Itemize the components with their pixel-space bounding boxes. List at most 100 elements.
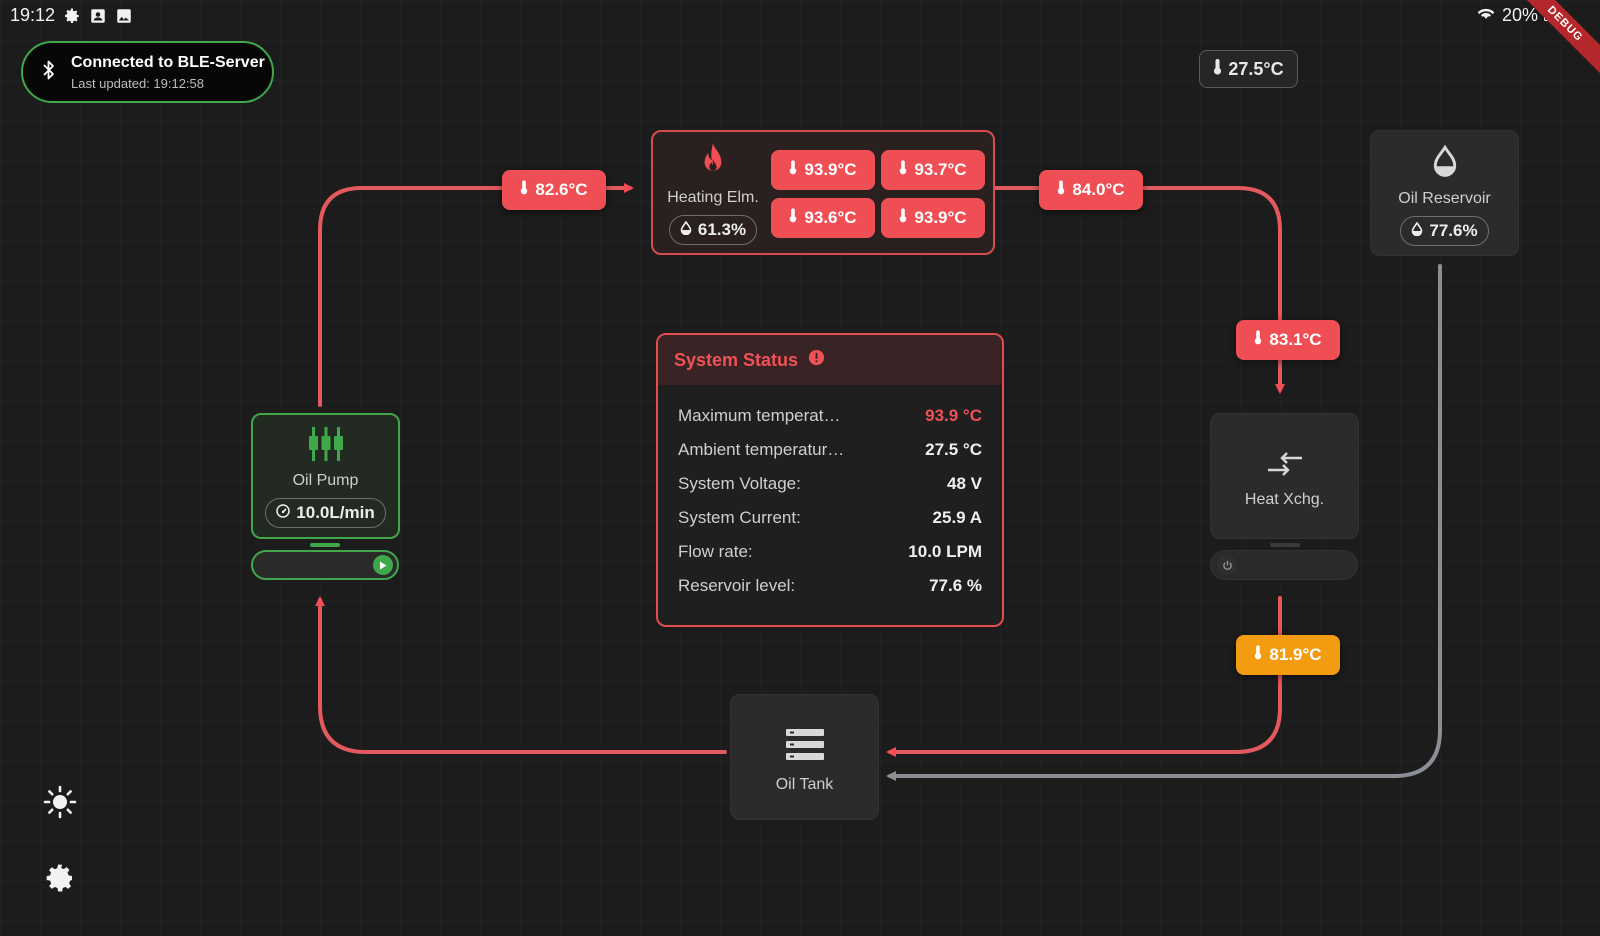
settings-button[interactable] <box>42 862 78 898</box>
gauge-icon <box>276 503 291 523</box>
status-key: Flow rate: <box>678 542 753 561</box>
gear-icon <box>44 862 76 899</box>
status-row: System Voltage: 48 V <box>678 467 982 501</box>
contact-notification-icon <box>89 7 107 25</box>
thermometer-icon <box>1254 330 1262 350</box>
oil-tank-label: Oil Tank <box>775 776 834 793</box>
ambient-temperature-chip: 27.5°C <box>1199 50 1298 88</box>
pipe-temp-value: 82.6°C <box>535 180 588 199</box>
thermometer-icon <box>1254 645 1262 665</box>
heat-exchanger-card[interactable]: Heat Xchg. <box>1210 413 1359 539</box>
pipe-temp-xchg-in: 83.1°C <box>1236 320 1340 360</box>
pipe-heater-to-xchg <box>993 186 1285 394</box>
heating-element-summary: Heating Elm. 61.3% <box>653 132 773 253</box>
status-key: Maximum temperat… <box>678 406 841 425</box>
reservoir-level-value: 77.6% <box>1429 221 1478 240</box>
thermometer-icon <box>789 208 797 228</box>
alert-icon <box>808 349 825 371</box>
status-row: Ambient temperatur… 27.5 °C <box>678 433 982 467</box>
pipe-temp-pump-to-heater: 82.6°C <box>502 170 606 210</box>
image-notification-icon <box>115 7 133 25</box>
ambient-temperature-value: 27.5°C <box>1228 58 1284 79</box>
power-icon <box>1217 555 1237 575</box>
last-updated: Last updated: 19:12:58 <box>71 75 205 91</box>
status-key: System Current: <box>678 508 801 527</box>
connection-text: Connected to BLE-Server Last updated: 19… <box>71 54 265 91</box>
status-key: Reservoir level: <box>678 576 796 595</box>
pump-icon <box>308 427 344 466</box>
thermometer-icon <box>899 208 907 228</box>
android-status-bar: 19:12 <box>10 5 133 26</box>
thermometer-icon <box>1213 58 1222 80</box>
heater-sensor-3: 93.6°C <box>771 198 875 238</box>
thermometer-icon <box>1057 180 1065 200</box>
sensor-value: 93.6°C <box>804 208 857 227</box>
status-value: 25.9 A <box>932 508 982 527</box>
exchange-icon <box>1266 450 1304 483</box>
droplet-icon <box>1430 144 1460 184</box>
heater-sensor-2: 93.7°C <box>881 150 985 190</box>
pipe-temp-value: 84.0°C <box>1072 180 1125 199</box>
heater-sensor-4: 93.9°C <box>881 198 985 238</box>
connection-status-pill[interactable]: Connected to BLE-Server Last updated: 19… <box>21 41 274 103</box>
heat-exchanger-toggle[interactable] <box>1210 550 1358 580</box>
status-row: Flow rate: 10.0 LPM <box>678 535 982 569</box>
heater-power-pill: 61.3% <box>668 215 758 245</box>
heat-exchanger-label: Heat Xchg. <box>1244 491 1325 508</box>
status-value: 27.5 °C <box>925 440 982 459</box>
oil-reservoir-label: Oil Reservoir <box>1398 190 1491 207</box>
oil-reservoir-card[interactable]: Oil Reservoir 77.6% <box>1370 130 1519 256</box>
status-row: System Current: 25.9 A <box>678 501 982 535</box>
thermometer-icon <box>899 160 907 180</box>
droplet-icon <box>680 220 692 240</box>
wifi-icon <box>1476 5 1496 26</box>
oil-pump-label: Oil Pump <box>292 472 359 489</box>
status-key: Ambient temperatur… <box>678 440 845 459</box>
pump-flow-pill: 10.0L/min <box>265 498 386 528</box>
oil-pump-card[interactable]: Oil Pump 10.0L/min <box>251 413 400 539</box>
heater-power-value: 61.3% <box>697 220 747 239</box>
tank-icon <box>785 729 824 766</box>
status-value: 48 V <box>947 474 982 493</box>
clock: 19:12 <box>10 5 56 25</box>
sun-icon <box>43 785 77 824</box>
thermometer-icon <box>789 160 797 180</box>
pipe-pump-to-heater <box>318 183 634 407</box>
thermometer-icon <box>520 180 528 200</box>
pipe-temp-value: 83.1°C <box>1269 330 1322 349</box>
flame-icon <box>698 142 728 183</box>
heater-sensor-1: 93.9°C <box>771 150 875 190</box>
xchg-toggle-connector <box>1270 543 1300 547</box>
pipe-temp-value: 81.9°C <box>1269 645 1322 664</box>
pipe-temp-xchg-out: 81.9°C <box>1236 635 1340 675</box>
reservoir-level-pill: 77.6% <box>1400 216 1489 246</box>
oil-tank-card[interactable]: Oil Tank <box>730 694 879 820</box>
sensor-value: 93.9°C <box>914 208 967 227</box>
theme-toggle-button[interactable] <box>42 785 78 824</box>
system-status-rows: Maximum temperat… 93.9 °C Ambient tempera… <box>658 385 1002 603</box>
system-status-panel: System Status Maximum temperat… 93.9 °C A… <box>656 333 1004 627</box>
pump-flow-value: 10.0L/min <box>296 503 375 522</box>
status-row: Maximum temperat… 93.9 °C <box>678 399 982 433</box>
sensor-value: 93.9°C <box>804 160 857 179</box>
status-key: System Voltage: <box>678 474 801 493</box>
bluetooth-icon <box>41 60 57 85</box>
status-value: 10.0 LPM <box>908 542 982 561</box>
system-status-title: System Status <box>674 349 799 370</box>
heater-sensor-grid: 93.9°C 93.7°C 93.6°C 93.9°C <box>771 150 985 238</box>
settings-notification-icon <box>63 7 81 25</box>
pump-run-toggle[interactable] <box>251 550 399 580</box>
connection-title: Connected to BLE-Server <box>71 53 265 71</box>
heating-element-label: Heating Elm. <box>667 189 759 206</box>
play-icon <box>373 555 393 575</box>
heating-element-card[interactable]: Heating Elm. 61.3% 93.9°C 93.7°C 93.6°C … <box>651 130 995 255</box>
pipe-temp-heater-out: 84.0°C <box>1039 170 1143 210</box>
pump-toggle-connector <box>310 543 340 547</box>
status-row: Reservoir level: 77.6 % <box>678 569 982 603</box>
battery-percent: 20% <box>1501 5 1538 25</box>
status-value: 77.6 % <box>929 576 982 595</box>
system-status-header[interactable]: System Status <box>658 335 1002 385</box>
droplet-icon <box>1411 221 1423 241</box>
sensor-value: 93.7°C <box>914 160 967 179</box>
status-value: 93.9 °C <box>925 406 982 425</box>
